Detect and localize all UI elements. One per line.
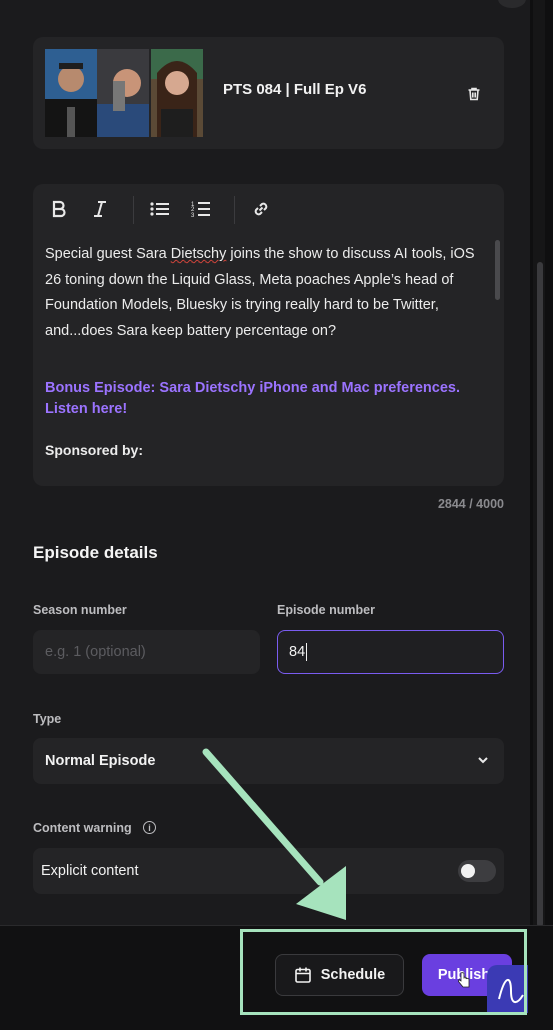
info-icon[interactable]: i	[143, 821, 156, 834]
misspelled-word: Dietschy	[170, 246, 227, 262]
season-number-label: Season number	[33, 603, 127, 617]
editor-scrollbar[interactable]	[495, 240, 500, 300]
bulleted-list-button[interactable]	[147, 196, 173, 222]
episode-number-label: Episode number	[277, 603, 375, 617]
chevron-down-icon	[478, 757, 488, 764]
italic-button[interactable]	[87, 196, 113, 222]
explicit-content-label: Explicit content	[41, 863, 139, 879]
svg-text:3: 3	[191, 213, 195, 218]
description-paragraph: Special guest Sara Dietschy joins the sh…	[45, 246, 475, 339]
numbered-list-icon: 123	[191, 202, 210, 218]
editor-toolbar: 123	[33, 184, 504, 234]
type-label: Type	[33, 712, 62, 726]
italic-icon	[94, 201, 106, 217]
episode-thumbnail	[151, 49, 203, 137]
episode-thumbnail	[97, 49, 149, 137]
link-button[interactable]	[248, 196, 274, 222]
trash-icon	[468, 87, 480, 101]
delete-button[interactable]	[462, 82, 486, 106]
link-icon	[254, 202, 268, 216]
episode-type-select[interactable]: Normal Episode	[33, 738, 504, 784]
episode-number-input[interactable]: 84	[277, 630, 504, 674]
bonus-episode-link[interactable]: Bonus Episode: Sara Dietschy iPhone and …	[45, 378, 490, 420]
bold-button[interactable]	[46, 196, 72, 222]
bold-icon	[52, 200, 66, 218]
text-caret	[306, 643, 308, 661]
section-heading: Episode details	[33, 543, 158, 562]
description-editor[interactable]: 123 Special guest Sara Dietschy joins th…	[33, 184, 504, 486]
sponsored-heading: Sponsored by:	[45, 442, 144, 458]
toolbar-divider	[234, 196, 235, 224]
toolbar-divider	[133, 196, 134, 224]
season-number-input[interactable]: e.g. 1 (optional)	[33, 630, 260, 674]
content-warning-label: Content warning	[33, 821, 132, 835]
episode-title: PTS 084 | Full Ep V6	[223, 81, 367, 98]
bulleted-list-icon	[150, 202, 169, 216]
character-count: 2844 / 4000	[437, 497, 504, 511]
numbered-list-button[interactable]: 123	[188, 196, 214, 222]
scrollbar-thumb[interactable]	[537, 262, 543, 927]
episode-thumbnail	[45, 49, 97, 137]
episode-card: PTS 084 | Full Ep V6	[33, 37, 504, 149]
editor-content[interactable]: Special guest Sara Dietschy joins the sh…	[45, 242, 490, 464]
toggle-knob	[461, 864, 475, 878]
explicit-content-toggle[interactable]	[458, 860, 496, 882]
explicit-content-row: Explicit content	[33, 848, 504, 894]
annotation-highlight-box	[240, 929, 527, 1015]
